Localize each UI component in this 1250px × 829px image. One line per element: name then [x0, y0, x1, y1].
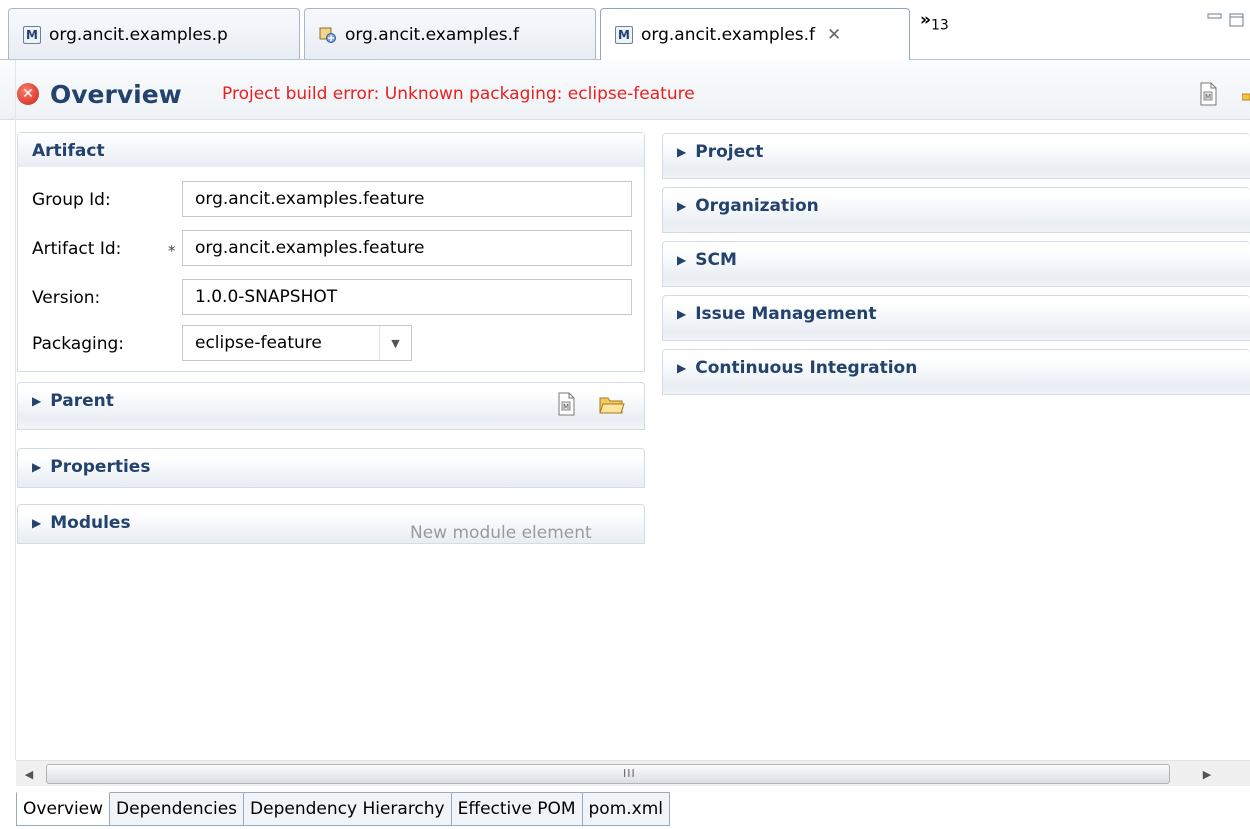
- continuous-integration-section-title: ▶ Continuous Integration: [677, 358, 917, 378]
- scrollbar-thumb[interactable]: III: [46, 764, 1170, 784]
- section-header-bg: [18, 133, 644, 167]
- minimize-icon[interactable]: [1206, 12, 1224, 28]
- tab-label: org.ancit.examples.f: [641, 24, 816, 45]
- artifact-section-title: Artifact: [32, 141, 105, 161]
- tab-dependencies[interactable]: Dependencies: [110, 792, 245, 826]
- folder-open-icon[interactable]: [598, 394, 626, 416]
- svg-text:M: M: [1205, 93, 1211, 101]
- horizontal-scrollbar[interactable]: ◀ III ▶: [16, 760, 1250, 786]
- organization-section-title: ▶ Organization: [677, 196, 819, 216]
- properties-section[interactable]: ▶ Properties: [17, 448, 645, 488]
- section-label: Organization: [695, 196, 819, 216]
- packaging-select[interactable]: eclipse-feature ▼: [182, 325, 412, 361]
- tab-label: org.ancit.examples.p: [49, 24, 228, 45]
- svg-text:M: M: [563, 403, 569, 411]
- expand-triangle-icon: ▶: [32, 394, 42, 408]
- organization-section[interactable]: ▶ Organization: [662, 187, 1250, 233]
- packaging-value: eclipse-feature: [195, 333, 322, 353]
- section-label: Issue Management: [695, 304, 877, 324]
- editor-left-rule: [15, 60, 16, 760]
- continuous-integration-section[interactable]: ▶ Continuous Integration: [662, 349, 1250, 395]
- editor-tab-feature[interactable]: org.ancit.examples.f: [304, 8, 596, 60]
- section-label: Continuous Integration: [695, 358, 918, 378]
- scrollbar-grip: III: [623, 767, 636, 780]
- editor-page-tabs: Overview Dependencies Dependency Hierarc…: [16, 792, 670, 826]
- tab-label: org.ancit.examples.f: [345, 24, 520, 45]
- properties-section-title: ▶ Properties: [32, 457, 150, 477]
- scm-section-title: ▶ SCM: [677, 250, 737, 270]
- section-label: SCM: [695, 250, 737, 270]
- version-label: Version:: [32, 288, 101, 308]
- close-icon[interactable]: ✕: [827, 25, 841, 45]
- tab-overflow-button[interactable]: »13: [920, 10, 949, 33]
- tab-effective-pom[interactable]: Effective POM: [451, 792, 583, 826]
- new-module-hint[interactable]: New module element: [410, 523, 592, 543]
- version-input[interactable]: [182, 279, 632, 315]
- packaging-label: Packaging:: [32, 334, 125, 354]
- feature-icon: [319, 27, 336, 43]
- expand-triangle-icon: ▶: [677, 307, 687, 321]
- form-header: ✕ Overview Project build error: Unknown …: [0, 60, 1250, 120]
- expand-triangle-icon: ▶: [677, 361, 687, 375]
- project-section-title: ▶ Project: [677, 142, 763, 162]
- build-error-message[interactable]: Project build error: Unknown packaging: …: [222, 84, 695, 104]
- tab-pom-xml[interactable]: pom.xml: [582, 792, 670, 826]
- parent-section-title: ▶ Parent: [32, 391, 114, 411]
- section-label: Properties: [50, 457, 151, 477]
- issue-management-section-title: ▶ Issue Management: [677, 304, 876, 324]
- maven-pom-icon: M: [615, 25, 633, 44]
- chevron-double-right-icon: »: [920, 10, 931, 30]
- expand-triangle-icon: ▶: [32, 516, 42, 530]
- artifact-id-label: Artifact Id:: [32, 239, 122, 259]
- error-icon: ✕: [17, 83, 39, 105]
- editor-tab-bar: M org.ancit.examples.p org.ancit.example…: [0, 0, 1250, 60]
- section-label: Modules: [50, 513, 131, 533]
- parent-section[interactable]: ▶ Parent: [17, 382, 645, 430]
- required-marker: *: [168, 242, 176, 260]
- select-parent-icon[interactable]: M: [556, 392, 576, 416]
- scroll-left-icon[interactable]: ◀: [16, 761, 42, 787]
- project-section[interactable]: ▶ Project: [662, 133, 1250, 179]
- scroll-right-icon[interactable]: ▶: [1194, 761, 1220, 787]
- expand-triangle-icon: ▶: [677, 145, 687, 159]
- issue-management-section[interactable]: ▶ Issue Management: [662, 295, 1250, 341]
- editor-tab-pom-1[interactable]: M org.ancit.examples.p: [8, 8, 300, 60]
- expand-triangle-icon: ▶: [32, 460, 42, 474]
- expand-triangle-icon: ▶: [677, 199, 687, 213]
- editor-tab-pom-active[interactable]: M org.ancit.examples.f ✕: [600, 8, 910, 60]
- group-id-input[interactable]: [182, 181, 632, 217]
- page-title: Overview: [50, 80, 182, 109]
- chevron-down-icon[interactable]: ▼: [379, 326, 411, 360]
- tab-dependency-hierarchy[interactable]: Dependency Hierarchy: [244, 792, 452, 826]
- maven-pom-icon: M: [23, 25, 41, 44]
- section-label: Project: [695, 142, 764, 162]
- scm-section[interactable]: ▶ SCM: [662, 241, 1250, 287]
- artifact-id-input[interactable]: [182, 230, 632, 266]
- maximize-icon[interactable]: [1228, 12, 1246, 28]
- hidden-tab-count: 13: [930, 17, 949, 34]
- pom-edit-icon[interactable]: M: [1198, 82, 1218, 106]
- expand-triangle-icon: ▶: [677, 253, 687, 267]
- folder-open-icon[interactable]: [1242, 82, 1250, 106]
- modules-section-title: ▶ Modules: [32, 513, 131, 533]
- group-id-label: Group Id:: [32, 190, 111, 210]
- section-label: Parent: [50, 391, 114, 411]
- tab-overview[interactable]: Overview: [16, 792, 111, 826]
